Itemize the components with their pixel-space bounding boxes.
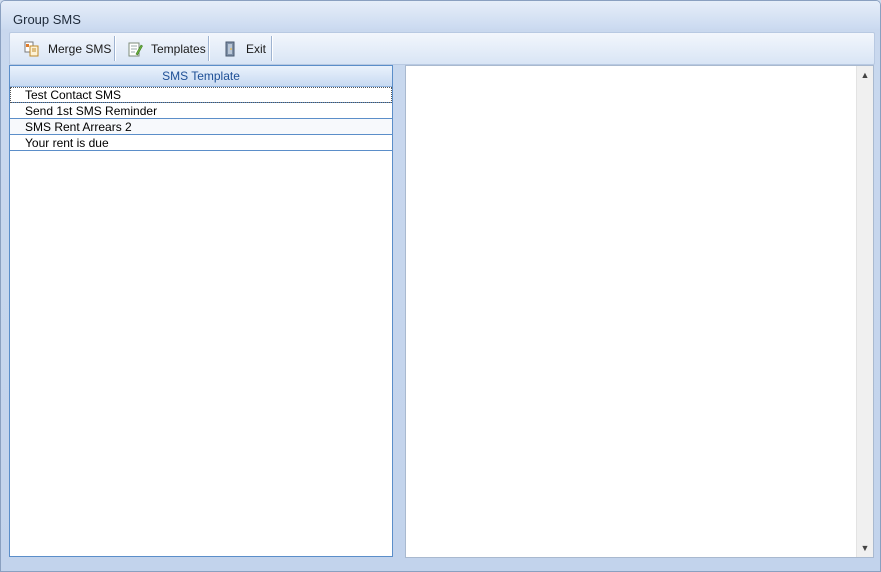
scroll-down-icon[interactable]: ▼ [860, 543, 870, 553]
status-strip [1, 561, 880, 571]
window-title: Group SMS [13, 12, 81, 27]
toolbar-separator [271, 36, 272, 61]
group-sms-window: Group SMS Merge SMS Templates Exit SMS T… [0, 0, 881, 572]
column-header-sms-template[interactable]: SMS Template [10, 66, 392, 87]
merge-sms-label: Merge SMS [48, 41, 112, 56]
exit-door-icon [222, 41, 238, 57]
toolbar-separator [114, 36, 115, 61]
templates-label: Templates [151, 41, 206, 56]
table-row[interactable]: Send 1st SMS Reminder [10, 103, 392, 119]
template-rows: Test Contact SMS Send 1st SMS Reminder S… [10, 87, 392, 151]
title-bar: Group SMS [1, 1, 880, 29]
scroll-up-icon[interactable]: ▲ [860, 70, 870, 80]
table-row[interactable]: Your rent is due [10, 135, 392, 151]
table-row[interactable]: SMS Rent Arrears 2 [10, 119, 392, 135]
toolbar: Merge SMS Templates Exit [9, 32, 875, 65]
sms-preview-textarea[interactable]: ▲ ▼ [405, 65, 874, 558]
sms-template-grid: SMS Template Test Contact SMS Send 1st S… [9, 65, 393, 557]
exit-button[interactable]: Exit [214, 36, 274, 61]
vertical-scrollbar[interactable]: ▲ ▼ [856, 66, 873, 557]
merge-sms-icon [24, 41, 40, 57]
toolbar-separator [208, 36, 209, 61]
templates-icon [127, 41, 143, 57]
merge-sms-button[interactable]: Merge SMS [16, 36, 119, 61]
templates-button[interactable]: Templates [119, 36, 214, 61]
exit-label: Exit [246, 41, 267, 56]
table-row[interactable]: Test Contact SMS [10, 87, 392, 103]
